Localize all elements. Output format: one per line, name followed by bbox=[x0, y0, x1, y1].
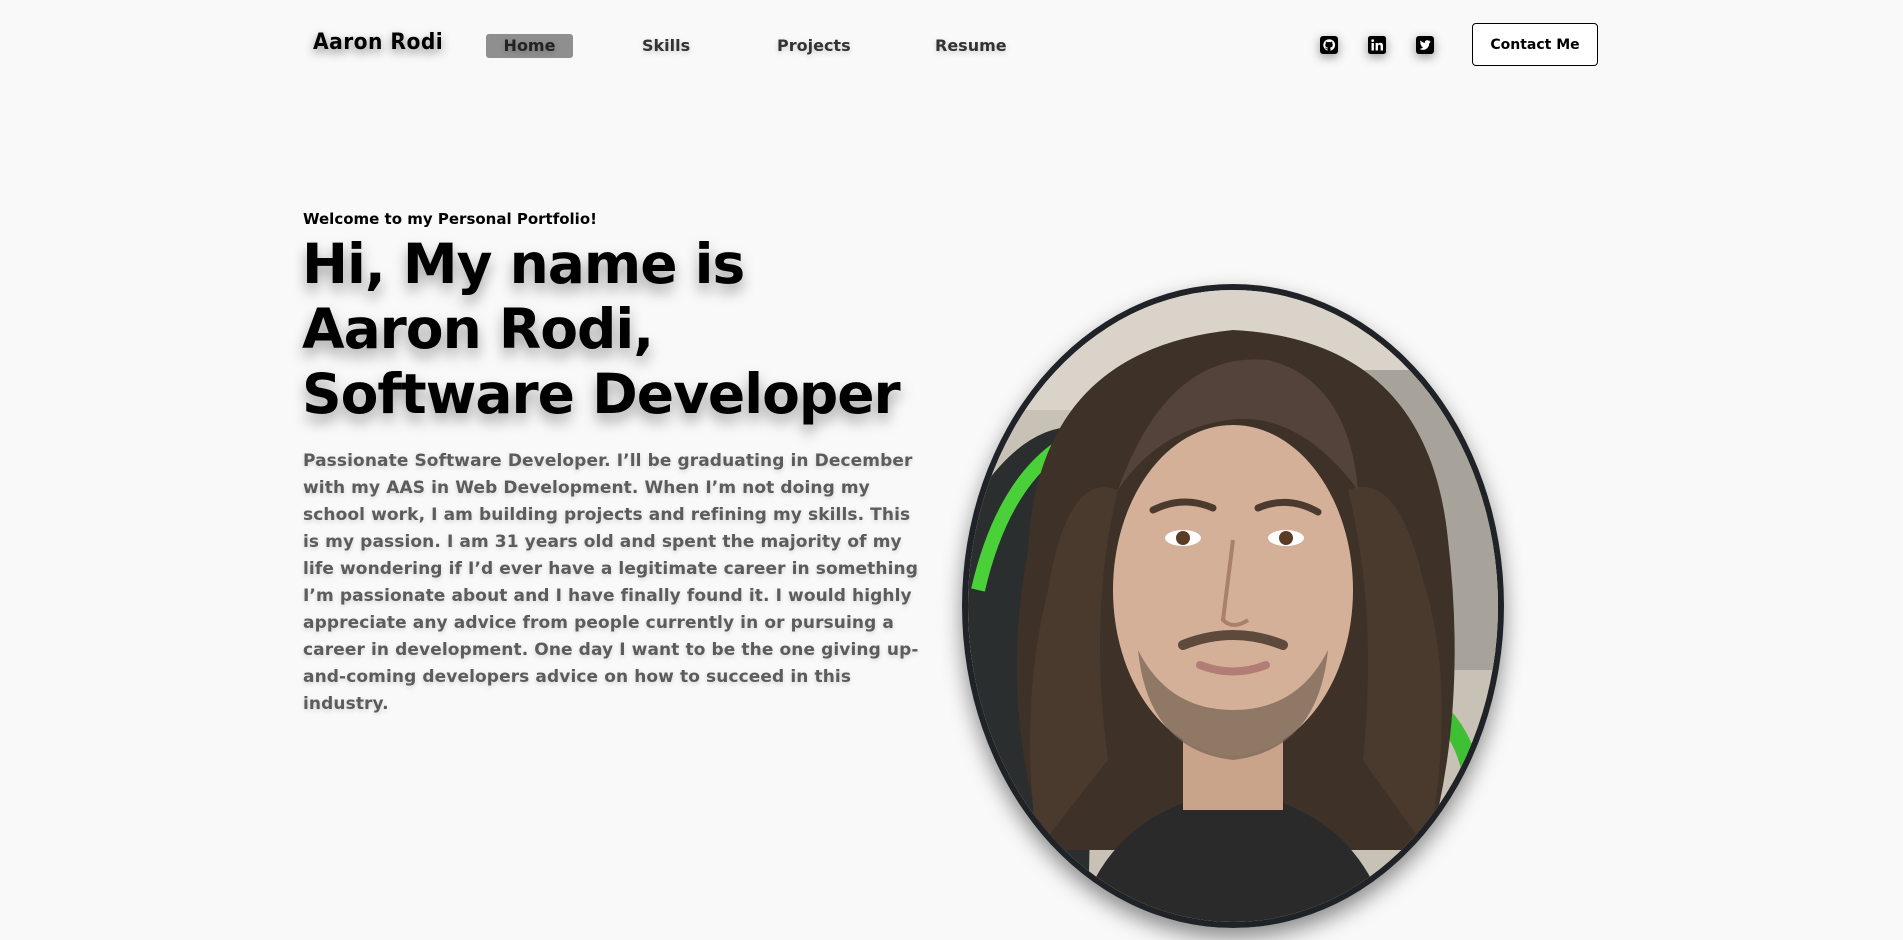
nav-projects[interactable]: Projects bbox=[777, 34, 851, 58]
headline-line: Aaron Rodi, bbox=[302, 297, 654, 361]
linkedin-icon[interactable] bbox=[1366, 34, 1388, 56]
welcome-text: Welcome to my Personal Portfolio! bbox=[303, 210, 597, 228]
nav-resume[interactable]: Resume bbox=[935, 34, 1007, 58]
portfolio-page: Aaron Rodi Home Skills Projects Resume C… bbox=[0, 0, 1903, 940]
nav-home[interactable]: Home bbox=[486, 34, 573, 58]
nav-skills[interactable]: Skills bbox=[642, 34, 690, 58]
contact-me-button[interactable]: Contact Me bbox=[1472, 23, 1598, 66]
twitter-icon[interactable] bbox=[1414, 34, 1436, 56]
github-icon[interactable] bbox=[1318, 34, 1340, 56]
bio-paragraph: Passionate Software Developer. I’ll be g… bbox=[303, 451, 919, 714]
headline-line: Software Developer bbox=[302, 362, 901, 426]
navbar: Aaron Rodi Home Skills Projects Resume C… bbox=[0, 0, 1903, 92]
hero-headline: Hi, My name is Aaron Rodi, Software Deve… bbox=[302, 232, 942, 427]
portrait-illustration bbox=[968, 290, 1498, 922]
headline-line: Hi, My name is bbox=[302, 232, 745, 296]
brand-logo[interactable]: Aaron Rodi bbox=[313, 30, 443, 55]
profile-photo bbox=[962, 284, 1504, 928]
